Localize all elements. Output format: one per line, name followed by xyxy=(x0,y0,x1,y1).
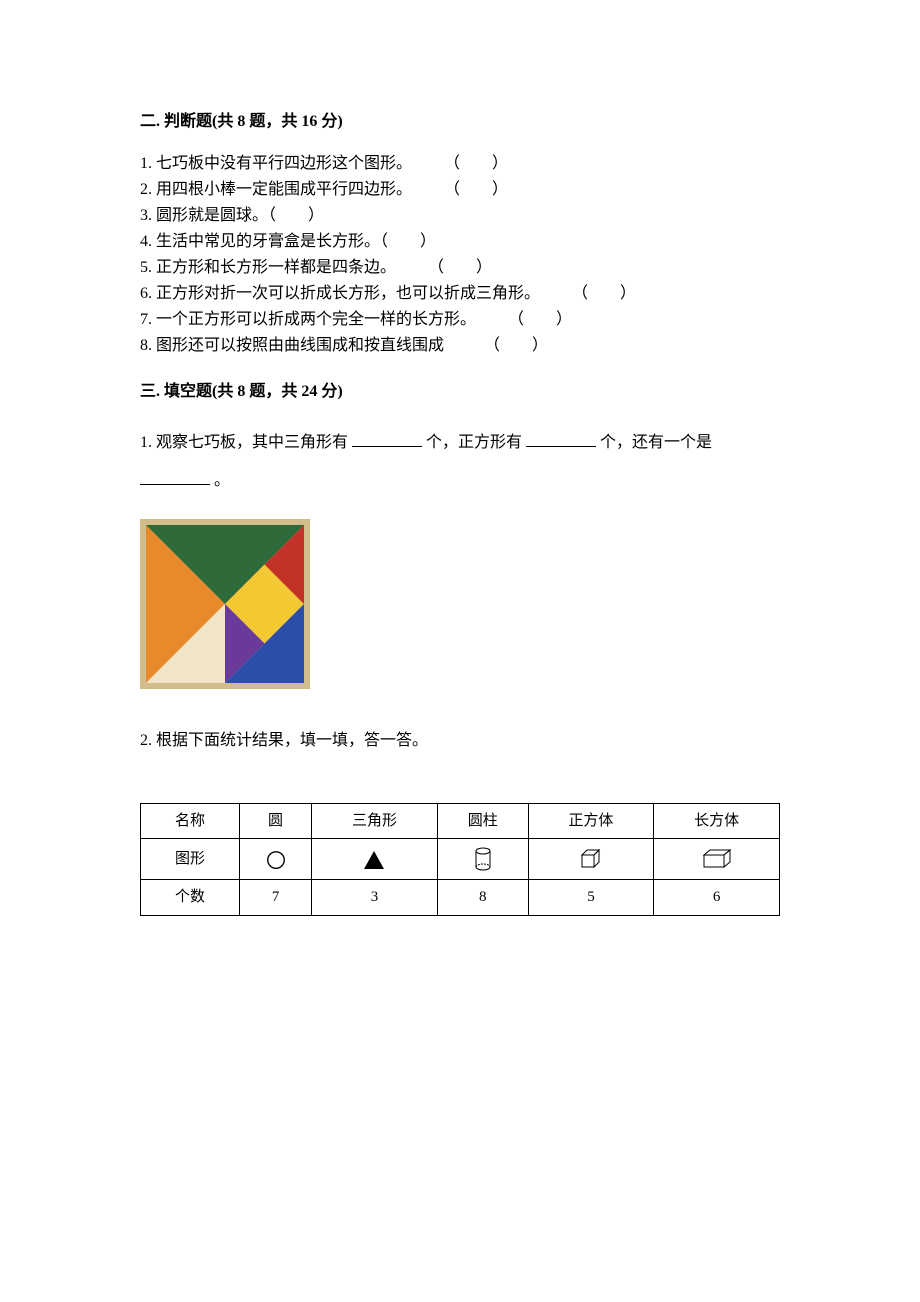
tangram-image xyxy=(140,519,780,689)
fill-q1-part1: 1. 观察七巧板，其中三角形有 xyxy=(140,434,348,451)
cube-icon xyxy=(528,839,654,880)
cylinder-icon xyxy=(437,839,528,880)
section3-title: 三. 填空题(共 8 题，共 24 分) xyxy=(140,380,780,404)
judgment-item: 5. 正方形和长方形一样都是四条边。 （ ） xyxy=(140,256,780,280)
table-row-counts: 个数 7 3 8 5 6 xyxy=(141,880,780,916)
count-triangle: 3 xyxy=(312,880,438,916)
row-label-count: 个数 xyxy=(141,880,240,916)
table-row-headers: 名称 圆 三角形 圆柱 正方体 长方体 xyxy=(141,803,780,839)
blank xyxy=(352,430,422,447)
blank xyxy=(140,468,210,485)
tangram-icon xyxy=(140,519,310,689)
section2-title: 二. 判断题(共 8 题，共 16 分) xyxy=(140,110,780,134)
header-triangle: 三角形 xyxy=(312,803,438,839)
header-cuboid: 长方体 xyxy=(654,803,780,839)
judgment-item: 2. 用四根小棒一定能围成平行四边形。 （ ） xyxy=(140,178,780,202)
judgment-item: 7. 一个正方形可以折成两个完全一样的长方形。 （ ） xyxy=(140,308,780,332)
count-circle: 7 xyxy=(240,880,312,916)
judgment-item: 4. 生活中常见的牙膏盒是长方形。（ ） xyxy=(140,230,780,254)
fill-q1: 1. 观察七巧板，其中三角形有 个，正方形有 个，还有一个是 。 xyxy=(140,424,780,501)
judgment-item: 3. 圆形就是圆球。（ ） xyxy=(140,204,780,228)
blank xyxy=(526,430,596,447)
fill-q1-part4: 。 xyxy=(214,472,230,489)
fill-q1-part3: 个，还有一个是 xyxy=(600,434,712,451)
page: 二. 判断题(共 8 题，共 16 分) 1. 七巧板中没有平行四边形这个图形。… xyxy=(0,0,920,1302)
shape-table-wrap: 名称 圆 三角形 圆柱 正方体 长方体 图形 xyxy=(140,803,780,916)
judgment-item: 8. 图形还可以按照由曲线围成和按直线围成 （ ） xyxy=(140,334,780,358)
row-label-shape: 图形 xyxy=(141,839,240,880)
header-circle: 圆 xyxy=(240,803,312,839)
judgment-item: 1. 七巧板中没有平行四边形这个图形。 （ ） xyxy=(140,152,780,176)
count-cuboid: 6 xyxy=(654,880,780,916)
count-cube: 5 xyxy=(528,880,654,916)
judgment-item: 6. 正方形对折一次可以折成长方形，也可以折成三角形。 （ ） xyxy=(140,282,780,306)
circle-icon xyxy=(240,839,312,880)
count-cylinder: 8 xyxy=(437,880,528,916)
table-row-shapes: 图形 xyxy=(141,839,780,880)
fill-q1-part2: 个，正方形有 xyxy=(426,434,522,451)
triangle-icon xyxy=(312,839,438,880)
section2-questions: 1. 七巧板中没有平行四边形这个图形。 （ ） 2. 用四根小棒一定能围成平行四… xyxy=(140,152,780,358)
header-cylinder: 圆柱 xyxy=(437,803,528,839)
header-cube: 正方体 xyxy=(528,803,654,839)
cuboid-icon xyxy=(654,839,780,880)
row-label-name: 名称 xyxy=(141,803,240,839)
shape-table: 名称 圆 三角形 圆柱 正方体 长方体 图形 xyxy=(140,803,780,916)
fill-q2: 2. 根据下面统计结果，填一填，答一答。 xyxy=(140,729,780,753)
